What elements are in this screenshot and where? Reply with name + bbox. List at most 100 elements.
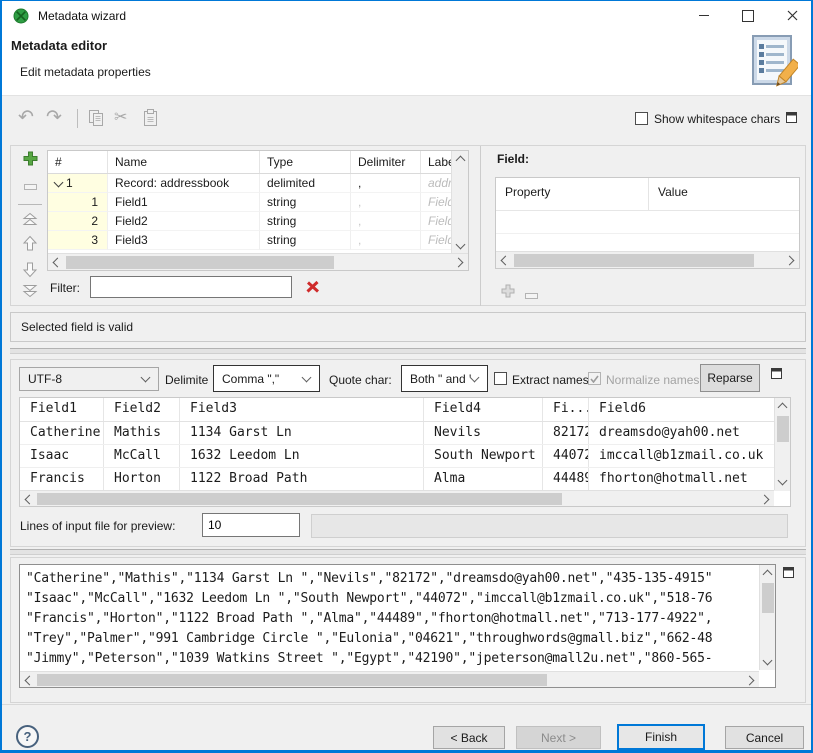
quote-char-label: Quote char: <box>329 373 392 387</box>
chevron-up-icon <box>762 570 772 580</box>
preview-row[interactable]: FrancisHorton1122 Broad PathAlma44489fho… <box>20 468 790 491</box>
finish-button[interactable]: Finish <box>617 724 705 750</box>
arrow-down-icon <box>22 261 38 278</box>
scroll-left-button[interactable] <box>48 254 64 270</box>
column-header[interactable]: Field1 <box>20 398 104 421</box>
splitter-horizontal[interactable] <box>10 348 806 354</box>
property-hscrollbar[interactable] <box>496 251 799 268</box>
property-add-button[interactable] <box>501 284 515 301</box>
scrollbar-thumb[interactable] <box>66 256 334 269</box>
scroll-down-button[interactable] <box>759 654 775 670</box>
splitter-vertical[interactable] <box>480 146 481 306</box>
cut-button[interactable]: ✂ <box>114 105 127 131</box>
column-header[interactable]: Value <box>649 178 799 210</box>
column-header[interactable]: # <box>48 151 108 173</box>
scrollbar-thumb[interactable] <box>777 416 789 442</box>
move-up-button[interactable] <box>18 235 42 252</box>
scroll-up-button[interactable] <box>759 565 775 581</box>
remove-field-button[interactable] <box>18 183 42 191</box>
field-row[interactable]: 1Field1string,Field <box>48 193 468 212</box>
scrollbar-thumb[interactable] <box>37 493 562 505</box>
clear-filter-button[interactable] <box>305 280 320 297</box>
scroll-right-button[interactable] <box>758 491 774 507</box>
charset-select[interactable]: UTF-8 <box>19 367 159 391</box>
fields-table[interactable]: #NameTypeDelimiterLabe 1Record: addressb… <box>47 150 469 271</box>
quote-char-select[interactable]: Both " and ' <box>401 365 488 392</box>
delimiter-value: Comma "," <box>222 372 279 386</box>
preview-row[interactable]: IsaacMcCall1632 Leedom LnSouth Newport44… <box>20 445 790 468</box>
close-button[interactable] <box>774 1 810 30</box>
move-bottom-button[interactable] <box>18 284 42 298</box>
copy-button[interactable] <box>87 109 105 131</box>
maximize-view-icon[interactable] <box>771 367 783 383</box>
column-header[interactable]: Delimiter <box>351 151 421 173</box>
field-row[interactable]: 2Field2string,Field. <box>48 212 468 231</box>
expand-chevron-icon[interactable] <box>54 178 64 188</box>
app-logo-icon <box>13 8 29 27</box>
scrollbar-thumb[interactable] <box>514 254 754 267</box>
chevron-left-icon <box>501 255 511 265</box>
scroll-right-button[interactable] <box>743 672 759 688</box>
scroll-down-button[interactable] <box>774 474 790 490</box>
preview-lines-input[interactable] <box>202 513 300 537</box>
raw-preview[interactable]: "Catherine","Mathis","1134 Garst Ln ","N… <box>19 564 776 688</box>
scrollbar-thumb[interactable] <box>762 583 774 613</box>
preview-hscrollbar[interactable] <box>20 490 774 506</box>
column-header[interactable]: Fi... <box>543 398 589 421</box>
scroll-right-button[interactable] <box>452 254 468 270</box>
move-top-button[interactable] <box>18 212 42 226</box>
scroll-left-button[interactable] <box>20 491 36 507</box>
fields-vscrollbar[interactable] <box>451 151 468 254</box>
property-empty-row[interactable] <box>496 211 799 234</box>
property-remove-button[interactable] <box>525 289 538 303</box>
scroll-up-button[interactable] <box>774 398 790 414</box>
column-header[interactable]: Field2 <box>104 398 180 421</box>
property-table[interactable]: PropertyValue <box>495 177 800 269</box>
column-header[interactable]: Field6 <box>589 398 774 421</box>
reparse-button[interactable]: Reparse <box>700 364 760 392</box>
add-field-button[interactable] <box>18 151 42 166</box>
maximize-button[interactable] <box>730 1 766 30</box>
normalize-names-checkbox[interactable] <box>588 372 601 385</box>
scroll-left-button[interactable] <box>496 252 512 268</box>
field-row[interactable]: 3Field3string,Field. <box>48 231 468 250</box>
minimize-button[interactable] <box>686 1 722 30</box>
preview-table-header: Field1Field2Field3Field4Fi...Field6 <box>20 398 790 422</box>
preview-vscrollbar[interactable] <box>774 398 790 490</box>
preview-row[interactable]: CatherineMathis1134 Garst LnNevils82172d… <box>20 422 790 445</box>
raw-hscrollbar[interactable] <box>20 671 759 687</box>
copy-icon <box>87 109 105 128</box>
chevron-down-icon <box>470 372 480 382</box>
column-header[interactable]: Field3 <box>180 398 424 421</box>
maximize-view-icon[interactable] <box>786 111 798 127</box>
filter-input[interactable] <box>90 276 292 298</box>
redo-button[interactable]: ↷ <box>46 105 62 131</box>
scroll-left-button[interactable] <box>20 672 36 688</box>
scrollbar-thumb[interactable] <box>37 674 547 686</box>
preview-table[interactable]: Field1Field2Field3Field4Fi...Field6 Cath… <box>19 397 791 507</box>
help-button[interactable]: ? <box>16 725 39 748</box>
fields-hscrollbar[interactable] <box>48 253 468 270</box>
column-header[interactable]: Property <box>496 178 649 210</box>
delimiter-select[interactable]: Comma "," <box>213 365 320 392</box>
next-button[interactable]: Next > <box>516 726 601 749</box>
scroll-right-button[interactable] <box>783 252 799 268</box>
field-row[interactable]: 1Record: addressbookdelimited,addr <box>48 174 468 193</box>
column-header[interactable]: Name <box>108 151 260 173</box>
move-down-button[interactable] <box>18 261 42 278</box>
column-header[interactable]: Labe <box>421 151 452 173</box>
splitter-horizontal[interactable] <box>10 549 806 555</box>
maximize-view-icon[interactable] <box>783 566 795 582</box>
scroll-up-button[interactable] <box>452 151 468 167</box>
column-header[interactable]: Type <box>260 151 351 173</box>
paste-button[interactable] <box>142 109 159 131</box>
scroll-down-button[interactable] <box>452 238 468 254</box>
raw-vscrollbar[interactable] <box>759 565 775 670</box>
back-button[interactable]: < Back <box>433 726 505 749</box>
column-header[interactable]: Field4 <box>424 398 543 421</box>
show-whitespace-checkbox[interactable] <box>635 112 648 128</box>
undo-button[interactable]: ↶ <box>18 105 34 131</box>
titlebar[interactable]: Metadata wizard <box>2 1 811 31</box>
extract-names-checkbox[interactable] <box>494 372 507 388</box>
cancel-button[interactable]: Cancel <box>725 726 804 749</box>
